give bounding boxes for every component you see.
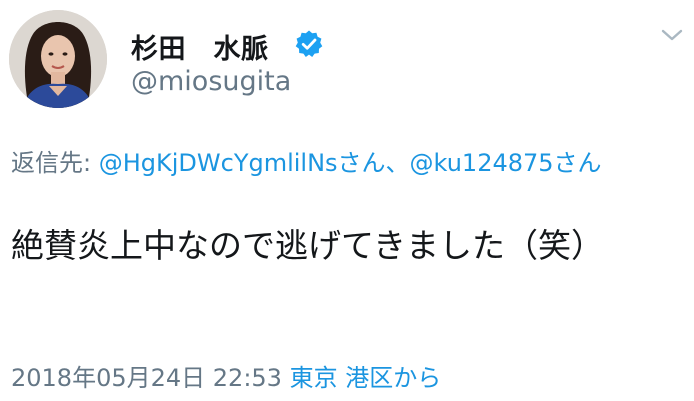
reply-prefix: 返信先:	[11, 149, 99, 177]
mention-link-2[interactable]: @ku124875	[410, 149, 554, 177]
mention-suffix-1[interactable]: さん、	[338, 149, 410, 177]
user-handle[interactable]: @miosugita	[131, 66, 291, 97]
verified-badge-icon	[295, 30, 323, 57]
tweet-location[interactable]: 東京 港区	[290, 364, 394, 392]
chevron-down-icon[interactable]	[661, 28, 683, 42]
tweet-timestamp[interactable]: 2018年05月24日 22:53	[11, 364, 282, 392]
avatar-image	[9, 10, 107, 108]
mention-link-1[interactable]: @HgKjDWcYgmlilNs	[99, 149, 338, 177]
avatar[interactable]	[9, 10, 107, 108]
tweet-meta: 2018年05月24日 22:53 東京 港区から	[11, 358, 441, 393]
tweet-location-suffix: から	[393, 364, 442, 392]
mention-suffix-2[interactable]: さん	[554, 149, 602, 177]
reply-to-line: 返信先: @HgKjDWcYgmlilNsさん、@ku124875さん	[11, 145, 683, 182]
display-name[interactable]: 杉田 水脈	[131, 27, 269, 66]
tweet-text: 絶賛炎上中なので逃げてきました（笑）	[11, 226, 605, 265]
